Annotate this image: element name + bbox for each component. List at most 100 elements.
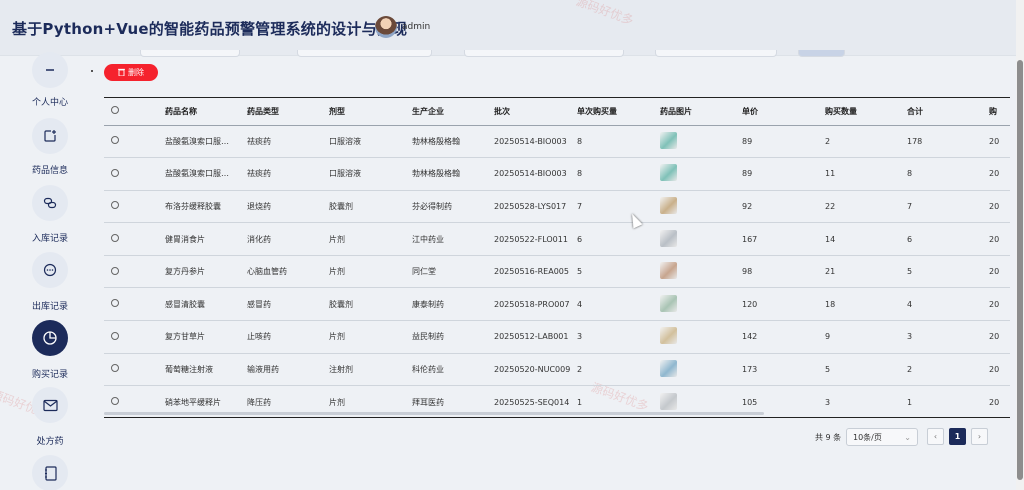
row-select-radio[interactable] <box>104 190 165 224</box>
cell-single: 4 <box>577 287 660 322</box>
horizontal-scrollbar[interactable] <box>104 412 764 415</box>
cell-price: 173 <box>742 353 825 387</box>
cell-price: 92 <box>742 190 825 224</box>
box-plus-icon[interactable] <box>32 118 68 154</box>
page-size-select[interactable]: 10条/页 ⌄ <box>846 428 918 446</box>
cell-total: 6 <box>907 222 989 256</box>
row-select-radio[interactable] <box>104 222 165 256</box>
row-select-radio[interactable] <box>104 287 165 322</box>
cell-name: 复方甘草片 <box>165 320 247 354</box>
drug-thumbnail[interactable] <box>660 164 677 182</box>
next-page-button[interactable]: › <box>971 428 988 445</box>
mail-icon[interactable] <box>32 387 68 423</box>
cell-single: 8 <box>577 125 660 159</box>
drug-thumbnail[interactable] <box>660 131 677 149</box>
column-header[interactable]: 药品图片 <box>660 98 742 126</box>
column-header[interactable]: 药品类型 <box>247 98 329 126</box>
search-field-edge[interactable] <box>655 50 777 57</box>
cell-name: 感冒清胶囊 <box>165 287 247 322</box>
column-header[interactable]: 生产企业 <box>412 98 494 126</box>
cell-maker: 勃林格殷格翰 <box>412 125 494 159</box>
table-row[interactable]: 复方甘草片 止咳药 片剂 益民制药 20250512-LAB001 3 142 9 3 20 <box>104 320 1010 354</box>
cell-overflow <box>1004 222 1010 256</box>
page-1-button[interactable]: 1 <box>949 428 966 445</box>
drug-thumbnail[interactable] <box>660 196 677 214</box>
cell-extra: 20 <box>989 255 1004 289</box>
cell-form: 片剂 <box>329 320 412 354</box>
search-field-edge[interactable] <box>464 50 624 57</box>
column-header[interactable]: 批次 <box>494 98 577 126</box>
cell-batch: 20250522-FLO011 <box>494 222 577 256</box>
cell-qty: 14 <box>825 222 907 256</box>
table-row[interactable]: 健胃消食片 消化药 片剂 江中药业 20250522-FLO011 6 167 14 6 20 <box>104 222 1010 256</box>
row-select-radio[interactable] <box>104 125 165 159</box>
user-icon[interactable] <box>32 52 68 88</box>
table-row[interactable]: 感冒清胶囊 感冒药 胶囊剂 康泰制药 20250518-PRO007 4 120 18 4 20 <box>104 287 1010 322</box>
cell-qty: 22 <box>825 190 907 224</box>
link-icon[interactable] <box>32 185 68 221</box>
table-row[interactable]: 盐酸氨溴索口服… 祛痰药 口服溶液 勃林格殷格翰 20250514-BIO003 8 89 2… <box>104 125 1010 159</box>
table-row[interactable]: 布洛芬缓释胶囊 退烧药 胶囊剂 芬必得制药 20250528-LYS017 7 92 22 7 2… <box>104 190 1010 224</box>
drug-thumbnail[interactable] <box>660 359 677 377</box>
delete-button[interactable]: 删除 <box>104 64 158 81</box>
cell-extra: 20 <box>989 125 1004 159</box>
drug-thumbnail[interactable] <box>660 327 677 345</box>
table-row[interactable]: 复方丹参片 心脑血管药 片剂 同仁堂 20250516-REA005 5 98 21 5 20 <box>104 255 1010 289</box>
drug-thumbnail[interactable] <box>660 294 677 312</box>
notebook-icon[interactable] <box>32 455 68 490</box>
delete-button-label: 删除 <box>128 68 144 77</box>
cell-extra: 20 <box>989 157 1004 191</box>
cell-qty: 5 <box>825 353 907 387</box>
cell-overflow <box>1004 190 1010 224</box>
vertical-scrollbar-thumb[interactable] <box>1017 60 1023 480</box>
column-header[interactable]: 合计 <box>907 98 989 126</box>
row-select-radio[interactable] <box>104 255 165 289</box>
cell-qty: 9 <box>825 320 907 354</box>
table-row[interactable]: 葡萄糖注射液 输液用药 注射剂 科伦药业 20250520-NUC009 2 173 5 2 20 <box>104 353 1010 387</box>
cell-name: 葡萄糖注射液 <box>165 353 247 387</box>
drug-image[interactable] <box>660 255 742 289</box>
cell-qty: 3 <box>825 385 907 417</box>
drug-image[interactable] <box>660 157 742 191</box>
username[interactable]: admin <box>402 22 430 32</box>
drug-image[interactable] <box>660 190 742 224</box>
search-button-edge[interactable] <box>798 50 845 57</box>
column-header[interactable]: 剂型 <box>329 98 412 126</box>
avatar[interactable] <box>375 16 397 38</box>
drug-thumbnail[interactable] <box>660 262 677 280</box>
row-select-radio[interactable] <box>104 353 165 387</box>
cell-type: 消化药 <box>247 222 329 256</box>
drug-thumbnail[interactable] <box>660 229 677 247</box>
column-header[interactable]: 单价 <box>742 98 825 126</box>
prev-page-button[interactable]: ‹ <box>927 428 944 445</box>
drug-image[interactable] <box>660 320 742 354</box>
drug-image[interactable] <box>660 287 742 322</box>
drug-image[interactable] <box>660 222 742 256</box>
cell-price: 89 <box>742 125 825 159</box>
sidebar-item-label: 处方药 <box>36 437 64 447</box>
column-header[interactable]: 单次购买量 <box>577 98 660 126</box>
chat-bubble-icon[interactable] <box>32 252 68 288</box>
search-field-edge[interactable] <box>140 50 240 57</box>
cell-price: 120 <box>742 287 825 322</box>
column-header[interactable]: 药品名称 <box>165 98 247 126</box>
cell-form: 片剂 <box>329 255 412 289</box>
cell-maker: 康泰制药 <box>412 287 494 322</box>
table-row[interactable]: 盐酸氨溴索口服… 祛痰药 口服溶液 勃林格殷格翰 20250514-BIO003 8 89 1… <box>104 157 1010 191</box>
column-header-overflow <box>1004 98 1010 126</box>
select-all-radio[interactable] <box>104 98 165 126</box>
cell-name: 盐酸氨溴索口服… <box>165 125 247 159</box>
drug-image[interactable] <box>660 125 742 159</box>
cell-batch: 20250512-LAB001 <box>494 320 577 354</box>
row-select-radio[interactable] <box>104 320 165 354</box>
page-size-value: 10条/页 <box>853 432 882 442</box>
column-header[interactable]: 购买数量 <box>825 98 907 126</box>
drug-thumbnail[interactable] <box>660 392 677 410</box>
cell-name: 健胃消食片 <box>165 222 247 256</box>
row-select-radio[interactable] <box>104 157 165 191</box>
column-header[interactable]: 购 <box>989 98 1004 126</box>
pie-chart-icon[interactable] <box>32 320 68 356</box>
search-field-edge[interactable] <box>297 50 432 57</box>
drug-image[interactable] <box>660 353 742 387</box>
cell-total: 8 <box>907 157 989 191</box>
